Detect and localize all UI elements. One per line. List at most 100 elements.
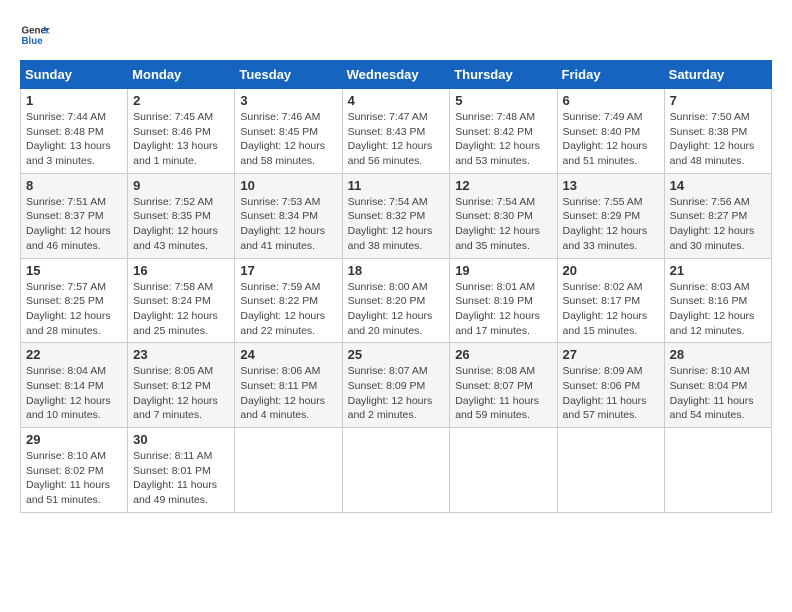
day-number: 6 [563, 93, 659, 108]
header-sunday: Sunday [21, 61, 128, 89]
day-number: 8 [26, 178, 122, 193]
day-info: Sunrise: 7:55 AMSunset: 8:29 PMDaylight:… [563, 195, 659, 254]
day-number: 17 [240, 263, 336, 278]
day-number: 7 [670, 93, 766, 108]
calendar-cell [664, 428, 771, 513]
calendar-cell: 7 Sunrise: 7:50 AMSunset: 8:38 PMDaylight… [664, 89, 771, 174]
day-info: Sunrise: 8:08 AMSunset: 8:07 PMDaylight:… [455, 364, 551, 423]
day-number: 10 [240, 178, 336, 193]
day-info: Sunrise: 7:57 AMSunset: 8:25 PMDaylight:… [26, 280, 122, 339]
day-number: 18 [348, 263, 445, 278]
calendar-cell: 21 Sunrise: 8:03 AMSunset: 8:16 PMDayligh… [664, 258, 771, 343]
page-header: General Blue [20, 20, 772, 50]
header-wednesday: Wednesday [342, 61, 450, 89]
calendar-cell: 12Sunrise: 7:54 AMSunset: 8:30 PMDayligh… [450, 173, 557, 258]
calendar-cell: 20 Sunrise: 8:02 AMSunset: 8:17 PMDayligh… [557, 258, 664, 343]
day-info: Sunrise: 7:50 AMSunset: 8:38 PMDaylight:… [670, 110, 766, 169]
calendar-cell [557, 428, 664, 513]
calendar-cell: 27Sunrise: 8:09 AMSunset: 8:06 PMDayligh… [557, 343, 664, 428]
day-info: Sunrise: 8:06 AMSunset: 8:11 PMDaylight:… [240, 364, 336, 423]
day-info: Sunrise: 7:53 AMSunset: 8:34 PMDaylight:… [240, 195, 336, 254]
day-number: 13 [563, 178, 659, 193]
calendar-cell: 26 Sunrise: 8:08 AMSunset: 8:07 PMDayligh… [450, 343, 557, 428]
day-number: 16 [133, 263, 229, 278]
calendar-week-row: 15 Sunrise: 7:57 AMSunset: 8:25 PMDayligh… [21, 258, 772, 343]
day-number: 23 [133, 347, 229, 362]
calendar-cell: 1 Sunrise: 7:44 AMSunset: 8:48 PMDaylight… [21, 89, 128, 174]
day-info: Sunrise: 8:10 AMSunset: 8:02 PMDaylight:… [26, 449, 122, 508]
calendar-cell [450, 428, 557, 513]
header-saturday: Saturday [664, 61, 771, 89]
calendar-cell: 18 Sunrise: 8:00 AMSunset: 8:20 PMDayligh… [342, 258, 450, 343]
calendar-cell: 3Sunrise: 7:46 AMSunset: 8:45 PMDaylight… [235, 89, 342, 174]
calendar-header-row: SundayMondayTuesdayWednesdayThursdayFrid… [21, 61, 772, 89]
day-info: Sunrise: 8:01 AMSunset: 8:19 PMDaylight:… [455, 280, 551, 339]
day-info: Sunrise: 8:03 AMSunset: 8:16 PMDaylight:… [670, 280, 766, 339]
day-number: 12 [455, 178, 551, 193]
svg-text:Blue: Blue [22, 36, 44, 47]
calendar-week-row: 29 Sunrise: 8:10 AMSunset: 8:02 PMDayligh… [21, 428, 772, 513]
day-number: 4 [348, 93, 445, 108]
calendar-cell [342, 428, 450, 513]
day-number: 26 [455, 347, 551, 362]
calendar-cell: 16 Sunrise: 7:58 AMSunset: 8:24 PMDayligh… [128, 258, 235, 343]
day-number: 29 [26, 432, 122, 447]
day-number: 9 [133, 178, 229, 193]
day-number: 21 [670, 263, 766, 278]
calendar-cell: 25Sunrise: 8:07 AMSunset: 8:09 PMDayligh… [342, 343, 450, 428]
day-number: 20 [563, 263, 659, 278]
calendar-cell: 5 Sunrise: 7:48 AMSunset: 8:42 PMDaylight… [450, 89, 557, 174]
day-number: 14 [670, 178, 766, 193]
day-number: 22 [26, 347, 122, 362]
day-info: Sunrise: 7:58 AMSunset: 8:24 PMDaylight:… [133, 280, 229, 339]
day-info: Sunrise: 8:05 AMSunset: 8:12 PMDaylight:… [133, 364, 229, 423]
calendar-cell: 17 Sunrise: 7:59 AMSunset: 8:22 PMDayligh… [235, 258, 342, 343]
calendar-cell [235, 428, 342, 513]
day-number: 3 [240, 93, 336, 108]
day-info: Sunrise: 7:51 AMSunset: 8:37 PMDaylight:… [26, 195, 122, 254]
header-monday: Monday [128, 61, 235, 89]
day-info: Sunrise: 8:09 AMSunset: 8:06 PMDaylight:… [563, 364, 659, 423]
day-info: Sunrise: 7:48 AMSunset: 8:42 PMDaylight:… [455, 110, 551, 169]
calendar-cell: 28Sunrise: 8:10 AMSunset: 8:04 PMDayligh… [664, 343, 771, 428]
day-info: Sunrise: 7:49 AMSunset: 8:40 PMDaylight:… [563, 110, 659, 169]
logo: General Blue [20, 20, 50, 50]
header-tuesday: Tuesday [235, 61, 342, 89]
calendar-cell: 19 Sunrise: 8:01 AMSunset: 8:19 PMDayligh… [450, 258, 557, 343]
calendar-cell: 13 Sunrise: 7:55 AMSunset: 8:29 PMDayligh… [557, 173, 664, 258]
day-info: Sunrise: 8:04 AMSunset: 8:14 PMDaylight:… [26, 364, 122, 423]
calendar-week-row: 1 Sunrise: 7:44 AMSunset: 8:48 PMDaylight… [21, 89, 772, 174]
calendar-cell: 24 Sunrise: 8:06 AMSunset: 8:11 PMDayligh… [235, 343, 342, 428]
day-number: 24 [240, 347, 336, 362]
calendar-cell: 8 Sunrise: 7:51 AMSunset: 8:37 PMDaylight… [21, 173, 128, 258]
calendar-cell: 15 Sunrise: 7:57 AMSunset: 8:25 PMDayligh… [21, 258, 128, 343]
calendar-week-row: 8 Sunrise: 7:51 AMSunset: 8:37 PMDaylight… [21, 173, 772, 258]
calendar-cell: 23 Sunrise: 8:05 AMSunset: 8:12 PMDayligh… [128, 343, 235, 428]
calendar-cell: 2Sunrise: 7:45 AMSunset: 8:46 PMDaylight… [128, 89, 235, 174]
day-info: Sunrise: 8:10 AMSunset: 8:04 PMDaylight:… [670, 364, 766, 423]
header-friday: Friday [557, 61, 664, 89]
day-info: Sunrise: 7:59 AMSunset: 8:22 PMDaylight:… [240, 280, 336, 339]
day-info: Sunrise: 8:11 AMSunset: 8:01 PMDaylight:… [133, 449, 229, 508]
header-thursday: Thursday [450, 61, 557, 89]
day-number: 15 [26, 263, 122, 278]
calendar-table: SundayMondayTuesdayWednesdayThursdayFrid… [20, 60, 772, 513]
day-info: Sunrise: 7:44 AMSunset: 8:48 PMDaylight:… [26, 110, 122, 169]
calendar-cell: 29 Sunrise: 8:10 AMSunset: 8:02 PMDayligh… [21, 428, 128, 513]
day-info: Sunrise: 7:47 AMSunset: 8:43 PMDaylight:… [348, 110, 445, 169]
day-number: 5 [455, 93, 551, 108]
logo-icon: General Blue [20, 20, 50, 50]
day-info: Sunrise: 7:54 AMSunset: 8:32 PMDaylight:… [348, 195, 445, 254]
day-number: 11 [348, 178, 445, 193]
day-number: 30 [133, 432, 229, 447]
day-number: 19 [455, 263, 551, 278]
day-info: Sunrise: 7:52 AMSunset: 8:35 PMDaylight:… [133, 195, 229, 254]
calendar-cell: 30 Sunrise: 8:11 AMSunset: 8:01 PMDayligh… [128, 428, 235, 513]
calendar-cell: 11 Sunrise: 7:54 AMSunset: 8:32 PMDayligh… [342, 173, 450, 258]
day-number: 1 [26, 93, 122, 108]
day-number: 25 [348, 347, 445, 362]
calendar-cell: 6 Sunrise: 7:49 AMSunset: 8:40 PMDaylight… [557, 89, 664, 174]
calendar-week-row: 22 Sunrise: 8:04 AMSunset: 8:14 PMDayligh… [21, 343, 772, 428]
day-info: Sunrise: 8:02 AMSunset: 8:17 PMDaylight:… [563, 280, 659, 339]
day-info: Sunrise: 8:00 AMSunset: 8:20 PMDaylight:… [348, 280, 445, 339]
